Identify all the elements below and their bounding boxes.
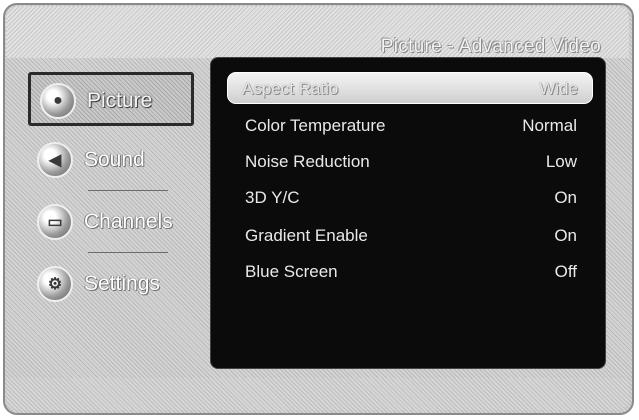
- sound-icon: ◀: [37, 142, 73, 178]
- picture-icon: ●: [40, 83, 76, 119]
- menu-row-value: Wide: [539, 79, 578, 98]
- sidebar-item-settings[interactable]: ⚙ Settings: [28, 258, 194, 312]
- sidebar-item-label: Channels: [84, 210, 173, 233]
- menu-row-color-temperature[interactable]: Color Temperature Normal: [231, 110, 591, 142]
- menu-panel: Aspect Ratio Wide Color Temperature Norm…: [210, 57, 606, 369]
- menu-row-name: Gradient Enable: [245, 226, 368, 245]
- sidebar-item-label: Sound: [84, 148, 145, 171]
- menu-row-noise-reduction[interactable]: Noise Reduction Low: [231, 146, 591, 178]
- breadcrumb: Picture - Advanced Video: [380, 36, 601, 57]
- sidebar-item-picture[interactable]: ● Picture: [28, 72, 194, 126]
- sidebar-divider: [88, 190, 168, 191]
- sidebar-item-channels[interactable]: ▭ Channels: [28, 196, 194, 250]
- menu-row-value: Off: [554, 262, 577, 281]
- menu-row-gradient-enable[interactable]: Gradient Enable On: [231, 220, 591, 252]
- menu-row-3d-yc[interactable]: 3D Y/C On: [231, 182, 591, 214]
- sidebar-item-label: Settings: [84, 272, 160, 295]
- menu-row-blue-screen[interactable]: Blue Screen Off: [231, 256, 591, 288]
- menu-row-name: Color Temperature: [245, 116, 386, 135]
- sidebar: ● Picture ◀ Sound ▭ Channels ⚙ Settings: [28, 72, 196, 322]
- menu-row-value: Low: [545, 152, 577, 171]
- sidebar-item-label: Picture: [87, 89, 153, 112]
- sidebar-divider: [88, 252, 168, 253]
- header-bar: Picture - Advanced Video: [6, 6, 629, 58]
- menu-row-name: Aspect Ratio: [242, 79, 339, 98]
- menu-row-name: Noise Reduction: [245, 152, 370, 171]
- menu-row-value: On: [554, 226, 577, 245]
- menu-row-aspect-ratio[interactable]: Aspect Ratio Wide: [227, 72, 593, 104]
- menu-row-name: 3D Y/C: [245, 188, 300, 207]
- menu-row-name: Blue Screen: [245, 262, 338, 281]
- channels-icon: ▭: [37, 204, 73, 240]
- settings-icon: ⚙: [37, 266, 73, 302]
- footer-bar: [6, 378, 629, 410]
- menu-row-value: On: [554, 188, 577, 207]
- menu-row-value: Normal: [522, 116, 577, 135]
- sidebar-item-sound[interactable]: ◀ Sound: [28, 134, 194, 188]
